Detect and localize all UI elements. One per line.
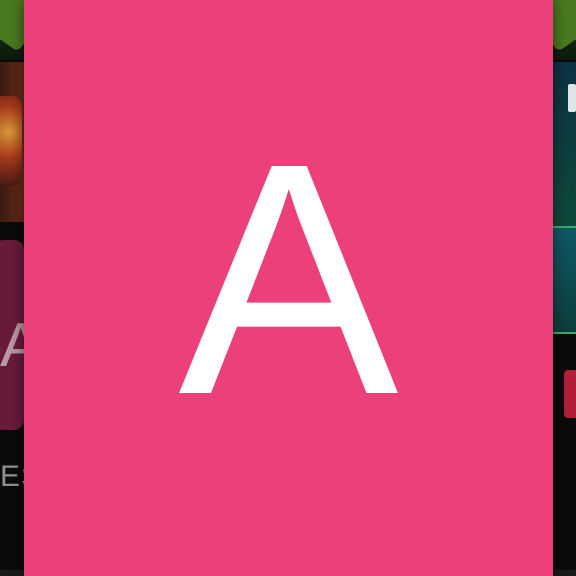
background-right-chip — [568, 84, 576, 112]
background-gift-icon — [564, 370, 576, 418]
avatar-letter: A — [178, 94, 399, 463]
background-left-emblem-icon — [0, 96, 22, 186]
background-right-strip — [552, 226, 576, 334]
screen: A ES A — [0, 0, 576, 576]
avatar-card[interactable]: A — [24, 0, 553, 576]
